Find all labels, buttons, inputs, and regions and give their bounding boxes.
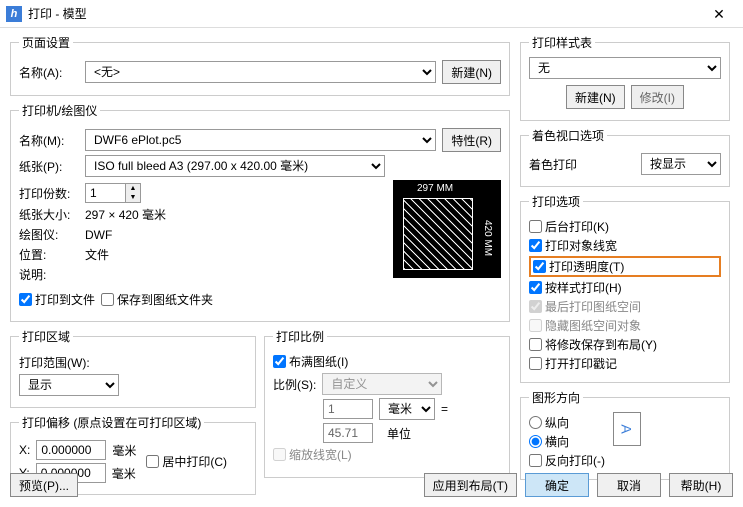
size-value: 297 × 420 毫米 (85, 206, 166, 223)
close-button[interactable]: ✕ (699, 2, 739, 26)
scale-num-input (323, 399, 373, 419)
open-stamp-check[interactable]: 打开打印戳记 (529, 355, 721, 372)
preview-button[interactable]: 预览(P)... (10, 473, 78, 497)
orientation-icon: A (613, 412, 641, 446)
scale-den-input (323, 423, 373, 443)
orientation-legend: 图形方向 (529, 389, 583, 406)
shade-select[interactable]: 按显示 (641, 153, 721, 175)
print-area-group: 打印区域 打印范围(W): 显示 (10, 328, 256, 408)
page-name-label: 名称(A): (19, 64, 79, 81)
transparency-check[interactable]: 打印透明度(T) (529, 256, 721, 277)
style-table-group: 打印样式表 无 新建(N) 修改(I) (520, 34, 730, 121)
printer-name-select[interactable]: DWF6 ePlot.pc5 (85, 129, 436, 151)
copies-input[interactable] (85, 183, 125, 203)
plotter-label: 绘图仪: (19, 226, 79, 243)
loc-label: 位置: (19, 246, 79, 263)
save-to-folder-check[interactable]: 保存到图纸文件夹 (101, 291, 213, 308)
x-label: X: (19, 443, 30, 457)
shade-label: 着色打印 (529, 156, 577, 173)
scope-select[interactable]: 显示 (19, 374, 119, 396)
scale-select: 自定义 (322, 373, 442, 395)
bg-print-check[interactable]: 后台打印(K) (529, 218, 721, 235)
plotter-value: DWF (85, 228, 112, 242)
help-button[interactable]: 帮助(H) (669, 473, 733, 497)
preview-width-label: 297 MM (417, 183, 453, 194)
spinner-up-icon[interactable]: ▲ (126, 184, 140, 193)
scale-unit2: 单位 (387, 425, 411, 442)
scale-group: 打印比例 布满图纸(I) 比例(S): 自定义 毫米 = 单位 缩放线宽(L) (264, 328, 510, 478)
page-setup-group: 页面设置 名称(A): <无> 新建(N) (10, 34, 510, 96)
titlebar: h 打印 - 模型 ✕ (0, 0, 743, 28)
size-label: 纸张大小: (19, 206, 79, 223)
print-to-file-check[interactable]: 打印到文件 (19, 291, 95, 308)
offset-legend: 打印偏移 (原点设置在可打印区域) (19, 414, 204, 431)
scale-lw-check: 缩放线宽(L) (273, 446, 501, 463)
style-table-select[interactable]: 无 (529, 57, 721, 79)
desc-label: 说明: (19, 266, 79, 283)
copies-spinner[interactable]: ▲▼ (85, 183, 141, 203)
printer-legend: 打印机/绘图仪 (19, 102, 100, 119)
scale-legend: 打印比例 (273, 328, 327, 345)
save-layout-check[interactable]: 将修改保存到布局(Y) (529, 336, 721, 353)
style-print-check[interactable]: 按样式打印(H) (529, 279, 721, 296)
reverse-check[interactable]: 反向打印(-) (529, 452, 605, 469)
x-input[interactable] (36, 440, 106, 460)
lw-check[interactable]: 打印对象线宽 (529, 237, 721, 254)
fill-paper-check[interactable]: 布满图纸(I) (273, 353, 501, 370)
last-print-check: 最后打印图纸空间 (529, 298, 721, 315)
options-group: 打印选项 后台打印(K) 打印对象线宽 打印透明度(T) 按样式打印(H) 最后… (520, 193, 730, 383)
scale-eq: = (441, 402, 448, 416)
center-print-check[interactable]: 居中打印(C) (146, 453, 227, 470)
ok-button[interactable]: 确定 (525, 473, 589, 497)
printer-name-label: 名称(M): (19, 132, 79, 149)
viewport-group: 着色视口选项 着色打印 按显示 (520, 127, 730, 187)
style-table-legend: 打印样式表 (529, 34, 595, 51)
scale-label: 比例(S): (273, 376, 316, 393)
style-mod-button: 修改(I) (631, 85, 684, 109)
print-area-legend: 打印区域 (19, 328, 73, 345)
apply-layout-button[interactable]: 应用到布局(T) (424, 473, 517, 497)
spinner-down-icon[interactable]: ▼ (126, 193, 140, 202)
options-legend: 打印选项 (529, 193, 583, 210)
portrait-radio[interactable]: 纵向 (529, 414, 605, 431)
copies-label: 打印份数: (19, 185, 79, 202)
printer-props-button[interactable]: 特性(R) (442, 128, 501, 152)
footer: 预览(P)... 应用到布局(T) 确定 取消 帮助(H) (10, 473, 733, 497)
page-new-button[interactable]: 新建(N) (442, 60, 501, 84)
landscape-radio[interactable]: 横向 (529, 433, 605, 450)
loc-value: 文件 (85, 246, 109, 263)
page-name-select[interactable]: <无> (85, 61, 436, 83)
window-title: 打印 - 模型 (28, 5, 699, 22)
cancel-button[interactable]: 取消 (597, 473, 661, 497)
preview-height-label: 420 MM (482, 220, 493, 256)
app-icon: h (6, 6, 22, 22)
paper-select[interactable]: ISO full bleed A3 (297.00 x 420.00 毫米) (85, 155, 385, 177)
page-setup-legend: 页面设置 (19, 34, 73, 51)
printer-group: 打印机/绘图仪 名称(M): DWF6 ePlot.pc5 特性(R) 纸张(P… (10, 102, 510, 322)
viewport-legend: 着色视口选项 (529, 127, 607, 144)
scale-unit-select[interactable]: 毫米 (379, 398, 435, 420)
scope-label: 打印范围(W): (19, 354, 90, 371)
preview-hatch (403, 198, 473, 270)
paper-label: 纸张(P): (19, 158, 79, 175)
x-unit: 毫米 (112, 442, 136, 459)
hide-check: 隐藏图纸空间对象 (529, 317, 721, 334)
orientation-group: 图形方向 纵向 横向 反向打印(-) A (520, 389, 730, 480)
style-new-button[interactable]: 新建(N) (566, 85, 625, 109)
paper-preview: 297 MM 420 MM (393, 180, 501, 278)
